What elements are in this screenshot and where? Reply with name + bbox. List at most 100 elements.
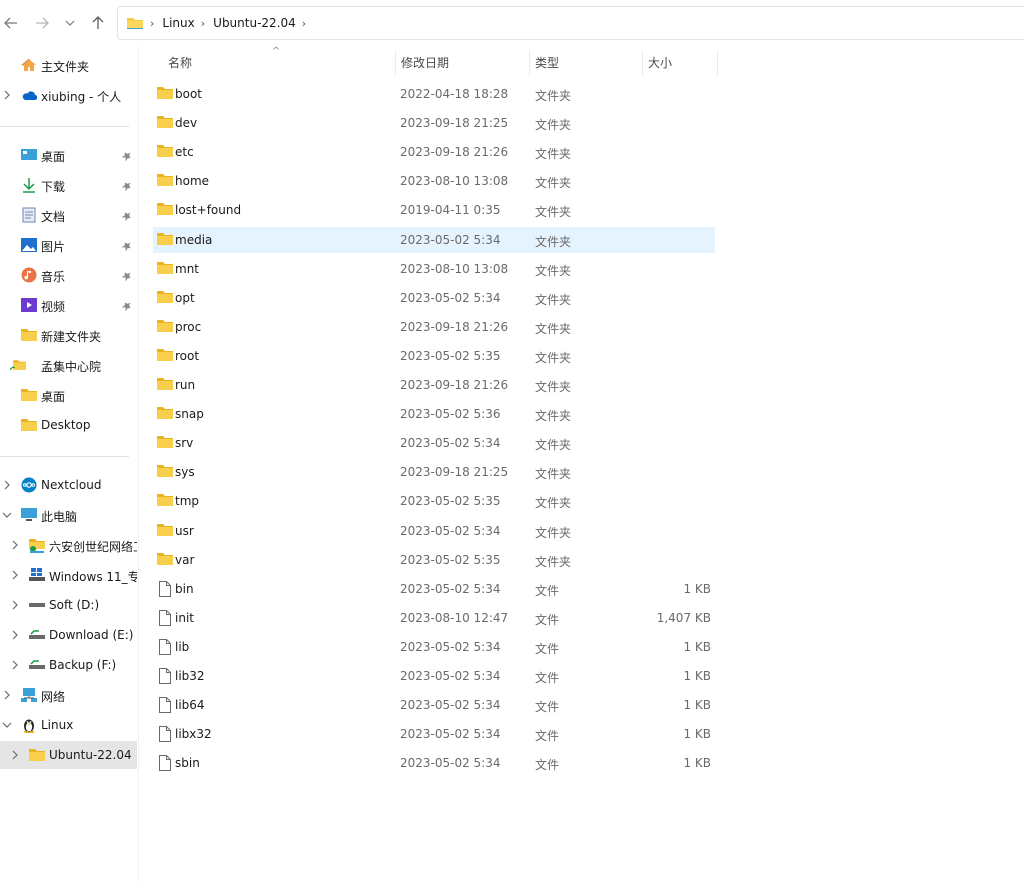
file-icon (159, 668, 175, 684)
file-type: 文件夹 (535, 118, 572, 133)
column-header-type[interactable]: 类型 (535, 48, 559, 76)
sidebar-item-home[interactable]: 主文件夹 (0, 51, 137, 79)
file-size: 1 KB (683, 727, 711, 742)
file-name: usr (175, 523, 194, 538)
column-divider[interactable] (717, 50, 718, 76)
sidebar-item-network-drive[interactable]: 六安创世纪网络工 (0, 531, 137, 559)
folder-row[interactable]: srv 2023-05-02 5:34 文件夹 (153, 430, 715, 456)
sidebar-item-linux[interactable]: Linux (0, 711, 137, 739)
file-name: root (175, 348, 200, 363)
sidebar-item-soft-d[interactable]: Soft (D:) (0, 591, 137, 619)
sidebar-item-onedrive[interactable]: xiubing - 个人 (0, 81, 137, 109)
chevron-right-icon[interactable] (10, 660, 20, 670)
onedrive-cloud-icon (21, 87, 37, 103)
file-row[interactable]: lib 2023-05-02 5:34 文件 1 KB (153, 634, 715, 660)
chevron-right-icon[interactable] (2, 480, 12, 490)
sidebar-item-new-folder[interactable]: 新建文件夹 (0, 321, 137, 349)
sidebar-item-network[interactable]: 网络 (0, 681, 137, 709)
modified-date: 2023-05-02 5:34 (400, 290, 501, 305)
modified-date: 2023-09-18 21:26 (400, 145, 509, 160)
pictures-icon (21, 237, 37, 253)
column-header-date[interactable]: 修改日期 (401, 48, 449, 76)
sidebar-item-documents[interactable]: 文档 (0, 201, 137, 229)
folder-row[interactable]: tmp 2023-05-02 5:35 文件夹 (153, 488, 715, 514)
chevron-right-icon[interactable] (2, 690, 12, 700)
network-icon (21, 687, 37, 703)
file-name: mnt (175, 261, 199, 276)
sidebar-item-this-pc[interactable]: 此电脑 (0, 501, 137, 529)
sidebar-item-downloads[interactable]: 下载 (0, 171, 137, 199)
address-bar[interactable]: › Linux › Ubuntu-22.04 › (117, 6, 1024, 40)
sidebar-item-videos[interactable]: 视频 (0, 291, 137, 319)
column-header-size[interactable]: 大小 (648, 48, 672, 76)
chevron-right-icon[interactable] (10, 600, 20, 610)
file-name: boot (175, 87, 203, 101)
recent-locations-chevron-icon[interactable] (61, 13, 79, 33)
folder-row[interactable]: dev 2023-09-18 21:25 文件夹 (153, 110, 715, 136)
column-header-name[interactable]: 名称 (168, 48, 192, 76)
file-name: init (175, 610, 194, 625)
folder-icon (21, 417, 37, 433)
file-name: libx32 (175, 727, 212, 742)
chevron-right-icon[interactable] (10, 540, 20, 550)
file-row[interactable]: lib32 2023-05-02 5:34 文件 1 KB (153, 663, 715, 689)
folder-row[interactable]: media 2023-05-02 5:34 文件夹 (153, 226, 715, 253)
sidebar-item-shared-folder[interactable]: 孟集中心院 (0, 351, 137, 379)
folder-row[interactable]: root 2023-05-02 5:35 文件夹 (153, 343, 715, 369)
column-divider[interactable] (529, 50, 530, 76)
sidebar-item-ubuntu[interactable]: Ubuntu-22.04 (0, 741, 137, 769)
chevron-down-icon[interactable] (2, 510, 12, 520)
chevron-right-icon[interactable] (10, 750, 20, 760)
sidebar-item-windows-drive[interactable]: Windows 11_专业 (0, 561, 137, 589)
modified-date: 2023-05-02 5:35 (400, 552, 501, 567)
up-arrow-icon[interactable] (89, 13, 107, 33)
column-divider[interactable] (395, 50, 396, 76)
folder-row[interactable]: home 2023-08-10 13:08 文件夹 (153, 168, 715, 194)
file-name: media (175, 232, 213, 247)
folder-row[interactable]: snap 2023-05-02 5:36 文件夹 (153, 401, 715, 427)
chevron-right-icon[interactable] (2, 90, 12, 100)
file-row[interactable]: sbin 2023-05-02 5:34 文件 1 KB (153, 750, 715, 776)
file-row[interactable]: init 2023-08-10 12:47 文件 1,407 KB (153, 605, 715, 631)
folder-row[interactable]: opt 2023-05-02 5:34 文件夹 (153, 285, 715, 311)
folder-row[interactable]: mnt 2023-08-10 13:08 文件夹 (153, 256, 715, 282)
folder-row[interactable]: usr 2023-05-02 5:34 文件夹 (153, 518, 715, 544)
folder-icon (157, 173, 173, 189)
folder-row[interactable]: proc 2023-09-18 21:26 文件夹 (153, 314, 715, 340)
sidebar-item-download-e[interactable]: Download (E:) (0, 621, 137, 649)
folder-row[interactable]: boot 2022-04-18 18:28 文件夹 (153, 81, 715, 107)
folder-row[interactable]: var 2023-05-02 5:35 文件夹 (153, 547, 715, 573)
chevron-right-icon[interactable] (10, 630, 20, 640)
file-type: 文件夹 (535, 350, 572, 365)
file-row[interactable]: lib64 2023-05-02 5:34 文件 1 KB (153, 692, 715, 718)
column-divider[interactable] (642, 50, 643, 76)
back-arrow-icon[interactable] (2, 13, 20, 33)
file-size: 1 KB (683, 698, 711, 713)
sidebar-item-backup-f[interactable]: Backup (F:) (0, 651, 137, 679)
modified-date: 2023-05-02 5:36 (400, 407, 501, 422)
breadcrumb-linux[interactable]: Linux (162, 16, 194, 30)
modified-date: 2023-05-02 5:35 (400, 494, 501, 509)
folder-row[interactable]: sys 2023-09-18 21:25 文件夹 (153, 459, 715, 485)
file-row[interactable]: libx32 2023-05-02 5:34 文件 1 KB (153, 721, 715, 747)
sidebar-item-nextcloud[interactable]: Nextcloud (0, 471, 137, 499)
sidebar-item-music[interactable]: 音乐 (0, 261, 137, 289)
file-row[interactable]: bin 2023-05-02 5:34 文件 1 KB (153, 576, 715, 602)
chevron-right-icon[interactable] (10, 570, 20, 580)
file-type: 文件夹 (535, 205, 572, 220)
sidebar-item-desktop[interactable]: 桌面 (0, 141, 137, 169)
sidebar-item-label: Desktop (41, 418, 91, 432)
breadcrumb-ubuntu[interactable]: Ubuntu-22.04 (213, 16, 296, 30)
modified-date: 2023-08-10 13:08 (400, 261, 509, 276)
folder-row[interactable]: lost+found 2019-04-11 0:35 文件夹 (153, 197, 715, 223)
forward-arrow-icon[interactable] (33, 13, 51, 33)
folder-icon (157, 435, 173, 451)
sidebar-item-label: 音乐 (41, 270, 66, 284)
sidebar-item-desktop-en[interactable]: Desktop (0, 411, 137, 439)
folder-row[interactable]: run 2023-09-18 21:26 文件夹 (153, 372, 715, 398)
sidebar-item-desktop-folder[interactable]: 桌面 (0, 381, 137, 409)
sidebar-item-pictures[interactable]: 图片 (0, 231, 137, 259)
folder-row[interactable]: etc 2023-09-18 21:26 文件夹 (153, 139, 715, 165)
video-icon (21, 297, 37, 313)
chevron-down-icon[interactable] (2, 720, 12, 730)
